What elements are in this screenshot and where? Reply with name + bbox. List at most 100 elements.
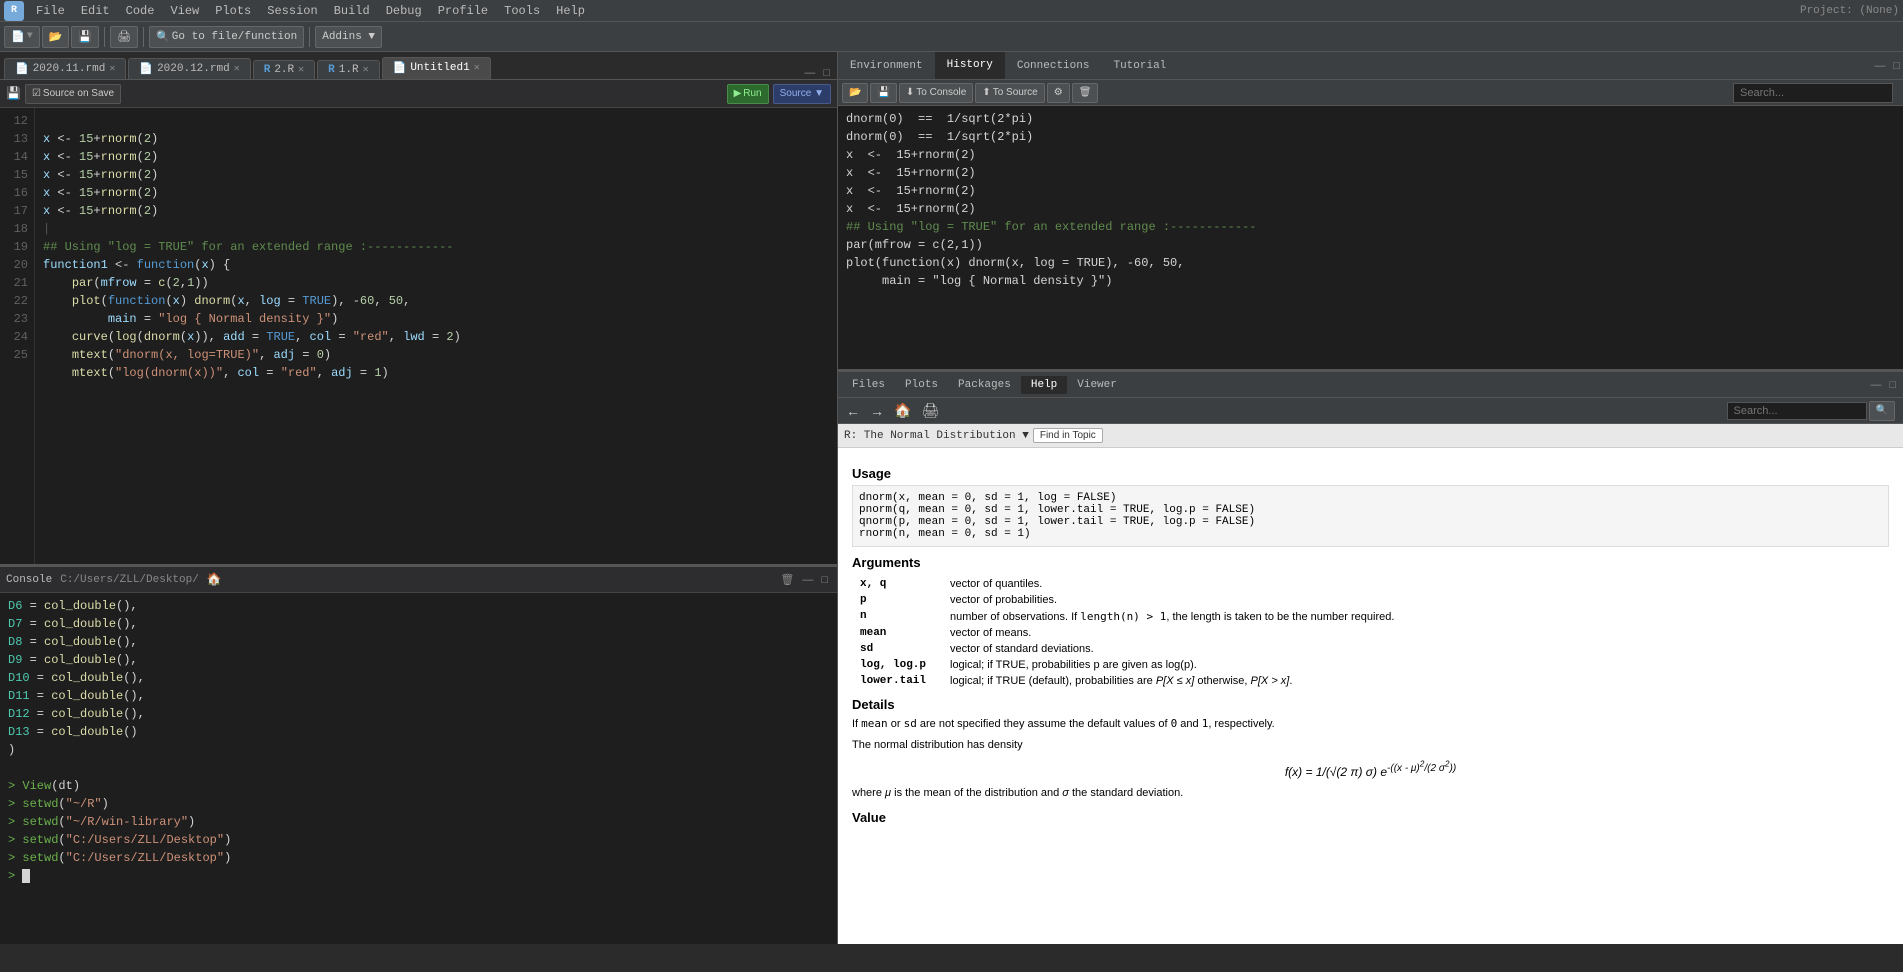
menu-tools[interactable]: Tools — [496, 0, 548, 21]
close-icon[interactable]: ✕ — [474, 62, 480, 74]
tab-2020-11[interactable]: 📄 2020.11.rmd ✕ — [4, 58, 126, 79]
to-source-label: To Source — [993, 87, 1038, 98]
help-back-button[interactable]: ← — [842, 403, 864, 419]
addins-button[interactable]: Addins ▼ — [315, 26, 382, 48]
save-button[interactable]: 💾 — [71, 26, 99, 48]
print-button[interactable]: 🖨 — [110, 26, 138, 48]
clear-console-button[interactable]: 🗑 — [777, 573, 797, 586]
history-line[interactable]: main = "log { Normal density }") — [846, 272, 1895, 290]
help-search-button[interactable]: 🔍 — [1869, 401, 1895, 421]
minimize-editor-button[interactable]: — — [801, 67, 818, 79]
menu-session[interactable]: Session — [259, 0, 325, 21]
help-content[interactable]: Usage dnorm(x, mean = 0, sd = 1, log = F… — [838, 448, 1903, 944]
close-icon[interactable]: ✕ — [363, 64, 369, 76]
close-icon[interactable]: ✕ — [298, 64, 304, 76]
tab-plots[interactable]: Plots — [895, 376, 948, 394]
maximize-right-bottom-button[interactable]: □ — [1886, 379, 1899, 391]
tab-viewer[interactable]: Viewer — [1067, 376, 1127, 394]
tab-connections[interactable]: Connections — [1005, 52, 1102, 79]
editor-tab-bar: 📄 2020.11.rmd ✕ 📄 2020.12.rmd ✕ R 2.R ✕ … — [0, 52, 837, 80]
tab-files[interactable]: Files — [842, 376, 895, 394]
maximize-right-top-button[interactable]: □ — [1890, 60, 1903, 72]
run-button[interactable]: ▶ Run — [727, 84, 769, 104]
help-forward-button[interactable]: → — [866, 403, 888, 419]
source-on-save-button[interactable]: ☑ Source on Save — [25, 84, 121, 104]
menu-plots[interactable]: Plots — [207, 0, 259, 21]
maximize-editor-button[interactable]: □ — [820, 67, 833, 79]
menu-view[interactable]: View — [162, 0, 207, 21]
menu-profile[interactable]: Profile — [430, 0, 496, 21]
code-editor[interactable]: 1213141516 1718192021 22232425 x <- 15+r… — [0, 108, 837, 564]
code-content[interactable]: x <- 15+rnorm(2) x <- 15+rnorm(2) x <- 1… — [35, 108, 837, 564]
tab-1r[interactable]: R 1.R ✕ — [317, 60, 379, 79]
close-icon[interactable]: ✕ — [109, 63, 115, 75]
table-row: p vector of probabilities. — [852, 592, 1889, 608]
menu-edit[interactable]: Edit — [73, 0, 118, 21]
minimize-right-top-button[interactable]: — — [1871, 60, 1888, 72]
history-line[interactable]: x <- 15+rnorm(2) — [846, 164, 1895, 182]
tab-environment[interactable]: Environment — [838, 52, 935, 79]
console-line: > setwd("~/R") — [8, 795, 829, 813]
table-row: sd vector of standard deviations. — [852, 641, 1889, 657]
minimize-console-button[interactable]: — — [799, 573, 816, 586]
tab-packages[interactable]: Packages — [948, 376, 1021, 394]
history-content: dnorm(0) == 1/sqrt(2*pi) dnorm(0) == 1/s… — [838, 106, 1903, 369]
go-to-file-button[interactable]: 🔍 Go to file/function — [149, 26, 304, 48]
delete-history-button[interactable]: 🗑 — [1072, 83, 1099, 103]
r-icon: R — [264, 64, 271, 76]
help-details-text: If mean or sd are not specified they ass… — [852, 716, 1889, 733]
help-print-button[interactable]: 🖨 — [917, 402, 943, 419]
close-icon[interactable]: ✕ — [234, 63, 240, 75]
source-button[interactable]: Source ▼ — [773, 84, 831, 104]
history-line[interactable]: x <- 15+rnorm(2) — [846, 146, 1895, 164]
console-home-icon: 🏠 — [207, 572, 222, 587]
editor-toolbar: 💾 ☑ Source on Save ▶ Run Source ▼ — [0, 80, 837, 108]
console-content[interactable]: D6 = col_double(), D7 = col_double(), D8… — [0, 593, 837, 944]
history-line[interactable]: dnorm(0) == 1/sqrt(2*pi) — [846, 128, 1895, 146]
maximize-console-button[interactable]: □ — [818, 573, 831, 586]
history-options-button[interactable]: ⚙ — [1047, 83, 1070, 103]
history-search-input[interactable] — [1733, 83, 1893, 103]
history-line[interactable]: x <- 15+rnorm(2) — [846, 182, 1895, 200]
open-file-button[interactable]: 📂 — [42, 26, 70, 48]
history-line[interactable]: dnorm(0) == 1/sqrt(2*pi) — [846, 110, 1895, 128]
history-line[interactable]: x <- 15+rnorm(2) — [846, 200, 1895, 218]
menu-debug[interactable]: Debug — [378, 0, 430, 21]
history-line[interactable]: ## Using "log = TRUE" for an extended ra… — [846, 218, 1895, 236]
tab-tutorial[interactable]: Tutorial — [1101, 52, 1178, 79]
console-line: > setwd("~/R/win-library") — [8, 813, 829, 831]
tab-label: 2020.12.rmd — [157, 63, 230, 75]
save-icon: 💾 — [6, 86, 21, 101]
right-panel: Environment History Connections Tutorial… — [838, 52, 1903, 944]
menu-help[interactable]: Help — [548, 0, 593, 21]
tab-label: 2020.11.rmd — [33, 63, 106, 75]
help-search-input[interactable] — [1727, 402, 1867, 420]
help-home-button[interactable]: 🏠 — [890, 402, 915, 419]
arg-name: log, log.p — [852, 657, 942, 673]
menu-file[interactable]: File — [28, 0, 73, 21]
find-in-topic-button[interactable]: Find in Topic — [1033, 428, 1103, 443]
to-console-button[interactable]: ⬇ To Console — [899, 83, 973, 103]
right-bottom-panel: Files Plots Packages Help Viewer — □ ← →… — [838, 372, 1903, 944]
tab-untitled1[interactable]: 📄 Untitled1 ✕ — [382, 57, 491, 79]
tab-2r[interactable]: R 2.R ✕ — [253, 60, 315, 79]
menu-build[interactable]: Build — [326, 0, 378, 21]
tab-help[interactable]: Help — [1021, 376, 1067, 394]
table-row: mean vector of means. — [852, 625, 1889, 641]
load-history-button[interactable]: 📂 — [842, 83, 868, 103]
tab-2020-12[interactable]: 📄 2020.12.rmd ✕ — [128, 58, 250, 79]
history-line[interactable]: par(mfrow = c(2,1)) — [846, 236, 1895, 254]
menu-code[interactable]: Code — [118, 0, 163, 21]
minimize-right-bottom-button[interactable]: — — [1867, 379, 1884, 391]
tab-history[interactable]: History — [935, 52, 1005, 79]
to-console-label: To Console — [916, 87, 966, 98]
history-line[interactable]: plot(function(x) dnorm(x, log = TRUE), -… — [846, 254, 1895, 272]
console-title: Console — [6, 574, 52, 586]
console-cursor-line[interactable]: > — [8, 867, 829, 885]
new-file-button[interactable]: 📄 ▼ — [4, 26, 40, 48]
save-history-button[interactable]: 💾 — [870, 83, 896, 103]
to-source-button[interactable]: ⬆ To Source — [975, 83, 1044, 103]
left-panel: 📄 2020.11.rmd ✕ 📄 2020.12.rmd ✕ R 2.R ✕ … — [0, 52, 838, 944]
console-toolbar: Console C:/Users/ZLL/Desktop/ 🏠 🗑 — □ — [0, 567, 837, 593]
table-row: lower.tail logical; if TRUE (default), p… — [852, 673, 1889, 689]
